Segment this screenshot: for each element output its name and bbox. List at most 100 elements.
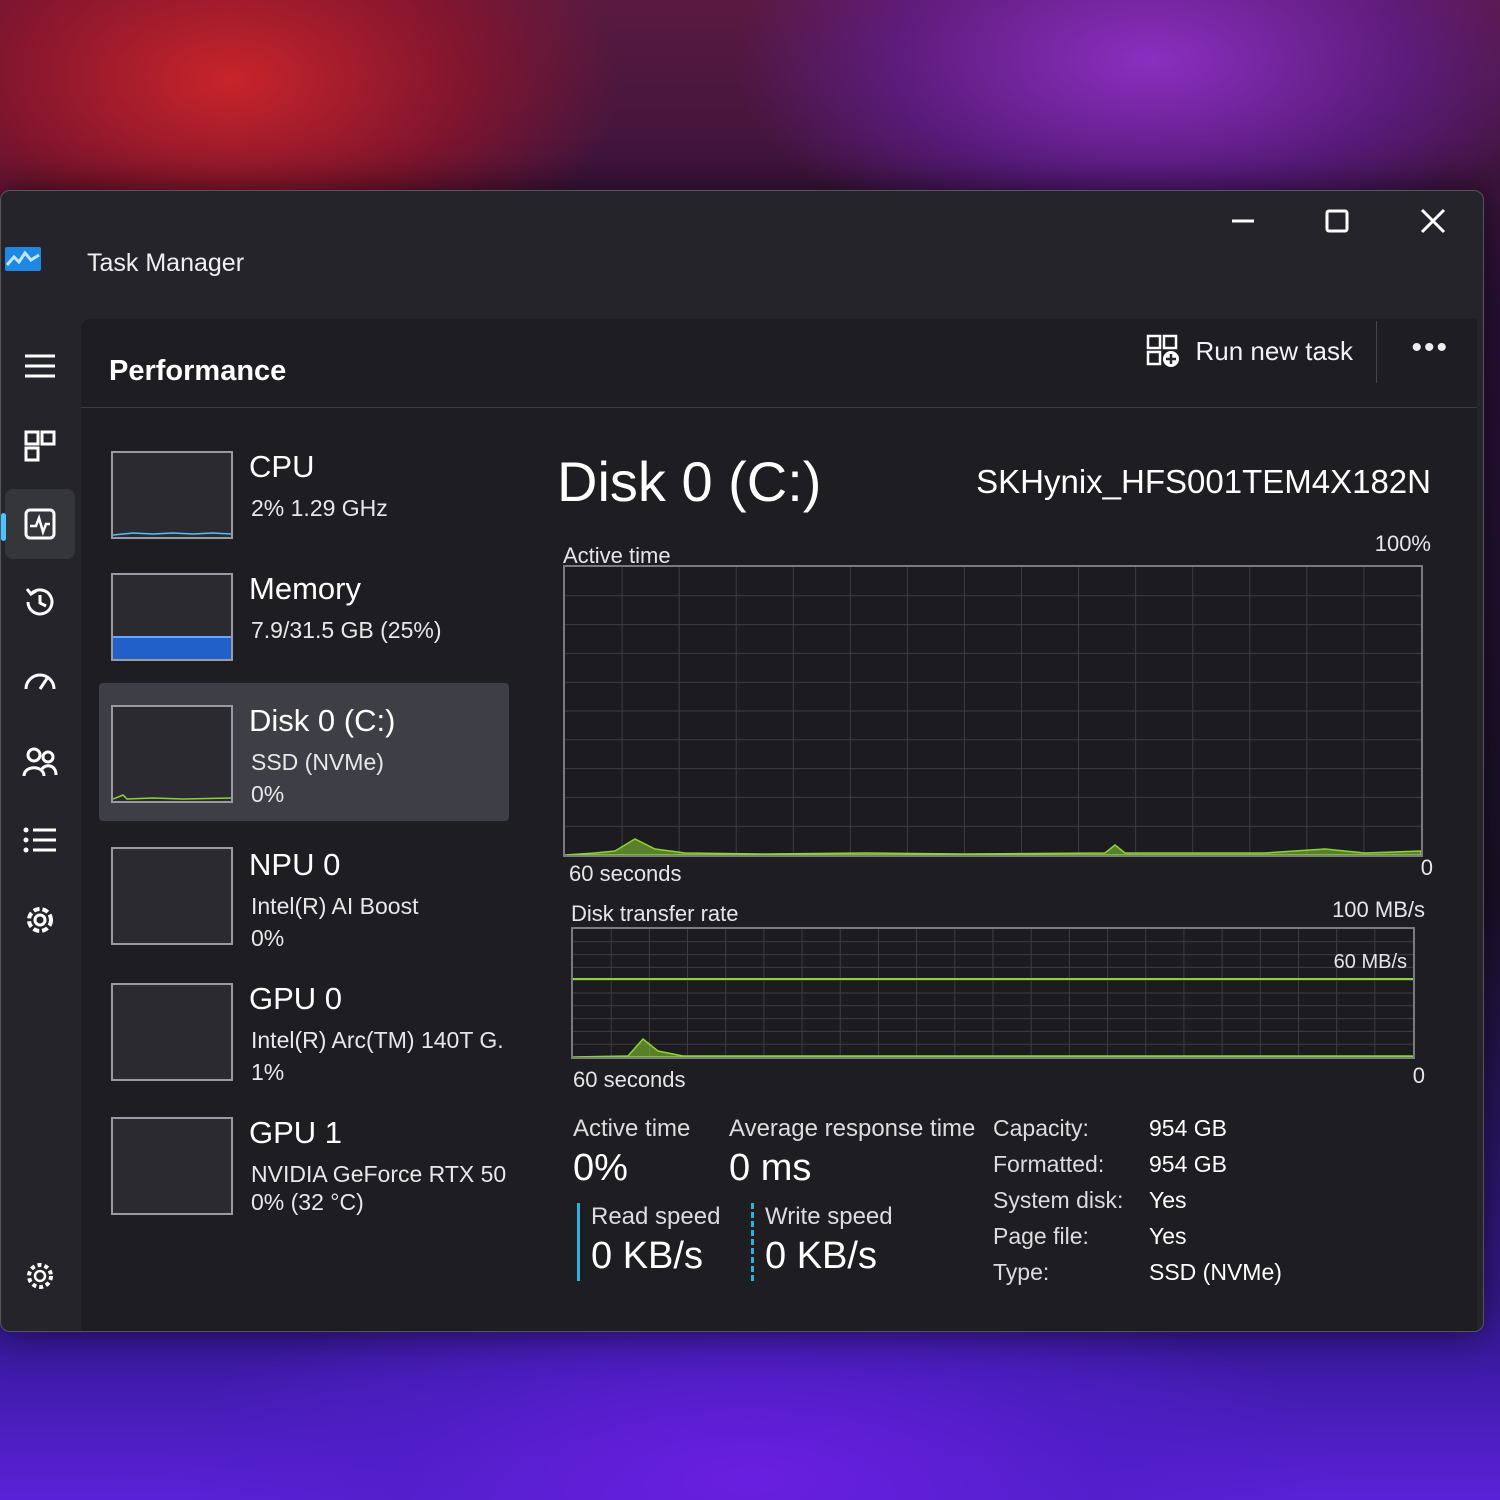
- active-time-graph: [563, 565, 1423, 857]
- left-navigation: [1, 301, 81, 1331]
- write-speed-label: Write speed: [765, 1203, 893, 1230]
- transfer-rate-graph-mid: 60 MB/s: [1333, 951, 1407, 973]
- gpu1-thumbnail-graph: [111, 1117, 233, 1215]
- close-button[interactable]: [1403, 199, 1463, 243]
- nav-processes[interactable]: [1, 411, 79, 481]
- title-bar: Task Manager: [1, 191, 1483, 301]
- memory-thumbnail-graph: [111, 573, 233, 661]
- read-speed-value: 0 KB/s: [591, 1235, 703, 1277]
- active-time-graph-duration: 60 seconds: [569, 861, 682, 886]
- active-nav-indicator: [1, 513, 6, 541]
- read-speed-label: Read speed: [591, 1203, 721, 1230]
- device-detail: NVIDIA GeForce RTX 50: [251, 1161, 507, 1187]
- main-panel: Performance Run new task ••• CPU 2% 1.29…: [81, 319, 1477, 1331]
- window-title: Task Manager: [87, 249, 245, 277]
- menu-icon: [25, 354, 55, 378]
- page-title: Performance: [109, 355, 287, 387]
- type-value: SSD (NVMe): [1149, 1259, 1282, 1285]
- avg-response-label: Average response time: [729, 1115, 976, 1142]
- more-options-button[interactable]: •••: [1411, 331, 1449, 365]
- startup-apps-icon: [24, 673, 56, 690]
- minimize-icon: [1232, 219, 1254, 223]
- capacity-label: Capacity:: [993, 1115, 1089, 1141]
- details-icon: [23, 827, 56, 853]
- device-usage: 0% (32 °C): [251, 1189, 364, 1215]
- device-name: NPU 0: [249, 847, 341, 882]
- run-task-icon: [1147, 334, 1180, 367]
- device-item-gpu-1[interactable]: GPU 1 NVIDIA GeForce RTX 50 0% (32 °C): [99, 1095, 509, 1231]
- nav-services[interactable]: [1, 885, 79, 955]
- nav-settings[interactable]: [1, 1241, 79, 1311]
- maximize-button[interactable]: [1307, 199, 1367, 243]
- maximize-icon: [1325, 209, 1349, 233]
- active-time-graph-max: 100%: [1374, 531, 1431, 556]
- settings-icon: [27, 1263, 53, 1289]
- device-item-cpu[interactable]: CPU 2% 1.29 GHz: [99, 429, 509, 565]
- active-time-stat-value: 0%: [573, 1147, 628, 1189]
- close-icon: [1420, 208, 1446, 234]
- page-file-value: Yes: [1149, 1223, 1187, 1249]
- disk-title: Disk 0 (C:): [557, 450, 822, 513]
- device-detail: 7.9/31.5 GB (25%): [251, 617, 442, 643]
- active-time-stat-label: Active time: [573, 1115, 691, 1142]
- read-speed-marker: [577, 1203, 580, 1281]
- disk-model: SKHynix_HFS001TEM4X182N: [976, 463, 1431, 500]
- minimize-button[interactable]: [1213, 199, 1273, 243]
- processes-icon: [24, 430, 56, 462]
- device-item-gpu-0[interactable]: GPU 0 Intel(R) Arc(TM) 140T G. 1%: [99, 961, 509, 1097]
- page-file-label: Page file:: [993, 1223, 1089, 1249]
- nav-startup-apps[interactable]: [1, 647, 79, 717]
- run-new-task-label: Run new task: [1195, 335, 1353, 366]
- cpu-thumbnail-graph: [111, 451, 233, 539]
- task-manager-app-icon: [5, 247, 41, 271]
- capacity-value: 954 GB: [1149, 1115, 1227, 1141]
- device-name: GPU 1: [249, 1115, 343, 1150]
- app-history-icon: [25, 588, 54, 616]
- transfer-rate-graph-min: 0: [1412, 1063, 1425, 1088]
- active-time-graph-min: 0: [1420, 855, 1433, 880]
- device-detail: Intel(R) AI Boost: [251, 893, 419, 919]
- gpu0-thumbnail-graph: [111, 983, 233, 1081]
- transfer-rate-graph-duration: 60 seconds: [573, 1067, 686, 1092]
- nav-details[interactable]: [1, 805, 79, 875]
- device-name: Disk 0 (C:): [249, 703, 396, 738]
- device-name: GPU 0: [249, 981, 343, 1016]
- nav-users[interactable]: [1, 727, 79, 797]
- write-speed-marker: [751, 1203, 754, 1281]
- run-new-task-button[interactable]: Run new task: [1145, 333, 1353, 369]
- memory-usage-fill: [113, 636, 231, 659]
- write-speed-value: 0 KB/s: [765, 1235, 877, 1277]
- disk-thumbnail-graph: [111, 705, 233, 803]
- device-item-npu-0[interactable]: NPU 0 Intel(R) AI Boost 0%: [99, 827, 509, 963]
- device-item-disk-0[interactable]: Disk 0 (C:) SSD (NVMe) 0%: [99, 683, 509, 821]
- npu-thumbnail-graph: [111, 847, 233, 945]
- formatted-label: Formatted:: [993, 1151, 1105, 1177]
- nav-app-history[interactable]: [1, 567, 79, 637]
- device-item-memory[interactable]: Memory 7.9/31.5 GB (25%): [99, 551, 509, 687]
- system-disk-label: System disk:: [993, 1187, 1124, 1213]
- hamburger-menu-button[interactable]: [1, 331, 79, 401]
- system-disk-value: Yes: [1149, 1187, 1187, 1213]
- disk-detail-panel: Disk 0 (C:) SKHynix_HFS001TEM4X182N Acti…: [557, 439, 1457, 1331]
- nav-performance[interactable]: [5, 489, 75, 559]
- performance-icon: [24, 508, 56, 540]
- device-detail: 2% 1.29 GHz: [251, 495, 388, 521]
- avg-response-value: 0 ms: [729, 1147, 812, 1189]
- device-usage: 0%: [251, 781, 285, 807]
- transfer-rate-graph-label: Disk transfer rate: [571, 901, 739, 926]
- task-manager-window: Task Manager Performance Run new task ••…: [0, 190, 1484, 1332]
- device-name: CPU: [249, 449, 315, 484]
- device-detail: Intel(R) Arc(TM) 140T G.: [251, 1027, 504, 1053]
- device-name: Memory: [249, 571, 361, 606]
- users-icon: [22, 747, 58, 777]
- device-detail: SSD (NVMe): [251, 749, 384, 775]
- device-usage: 0%: [251, 925, 285, 951]
- formatted-value: 954 GB: [1149, 1151, 1227, 1177]
- device-usage: 1%: [251, 1059, 285, 1085]
- active-time-series: [564, 838, 1422, 856]
- transfer-rate-graph: 60 MB/s: [571, 927, 1415, 1059]
- services-icon: [27, 907, 53, 933]
- performance-header: Performance Run new task •••: [81, 319, 1477, 408]
- transfer-rate-graph-max: 100 MB/s: [1332, 897, 1425, 922]
- type-label: Type:: [993, 1259, 1050, 1285]
